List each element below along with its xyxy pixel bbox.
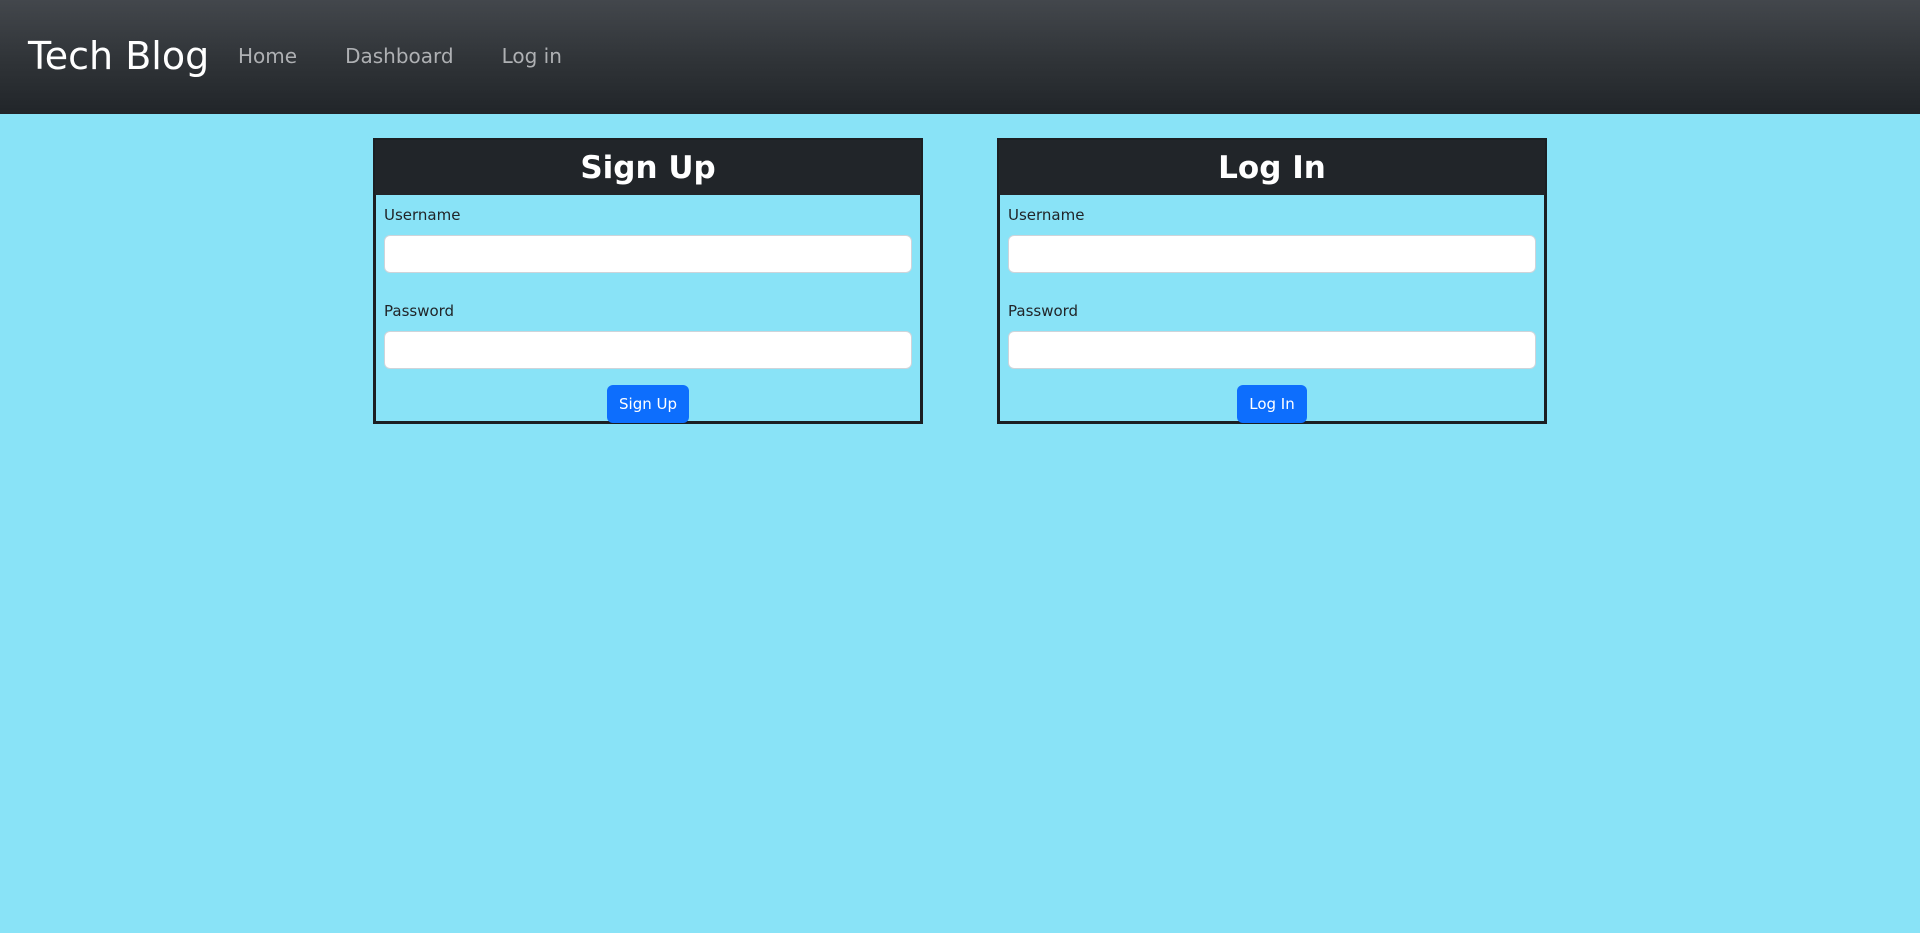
nav-links: Home Dashboard Log in <box>238 42 610 70</box>
top-navbar: Tech Blog Home Dashboard Log in <box>0 0 1920 114</box>
signup-password-group: Password <box>384 301 912 369</box>
signup-username-label: Username <box>384 206 461 224</box>
signup-button-row: Sign Up <box>384 385 912 423</box>
signup-username-group: Username <box>384 205 912 273</box>
signup-password-label: Password <box>384 302 455 320</box>
login-password-group: Password <box>1008 301 1536 369</box>
login-card-title: Log In <box>999 140 1545 195</box>
login-password-label: Password <box>1008 302 1079 320</box>
login-card: Log In Username Password Log In <box>997 138 1547 424</box>
signup-username-input[interactable] <box>384 235 912 273</box>
signup-card: Sign Up Username Password Sign Up <box>373 138 923 424</box>
login-button-row: Log In <box>1008 385 1536 423</box>
signup-form: Username Password Sign Up <box>376 195 920 423</box>
login-password-input[interactable] <box>1008 331 1536 369</box>
nav-link-dashboard[interactable]: Dashboard <box>345 42 454 70</box>
signup-password-input[interactable] <box>384 331 912 369</box>
nav-link-home[interactable]: Home <box>238 42 297 70</box>
brand-link[interactable]: Tech Blog <box>28 30 209 82</box>
signup-card-title: Sign Up <box>375 140 921 195</box>
login-form: Username Password Log In <box>1000 195 1544 423</box>
nav-link-login[interactable]: Log in <box>502 42 562 70</box>
login-username-label: Username <box>1008 206 1085 224</box>
login-button[interactable]: Log In <box>1237 385 1307 423</box>
signup-button[interactable]: Sign Up <box>607 385 689 423</box>
login-username-group: Username <box>1008 205 1536 273</box>
login-username-input[interactable] <box>1008 235 1536 273</box>
